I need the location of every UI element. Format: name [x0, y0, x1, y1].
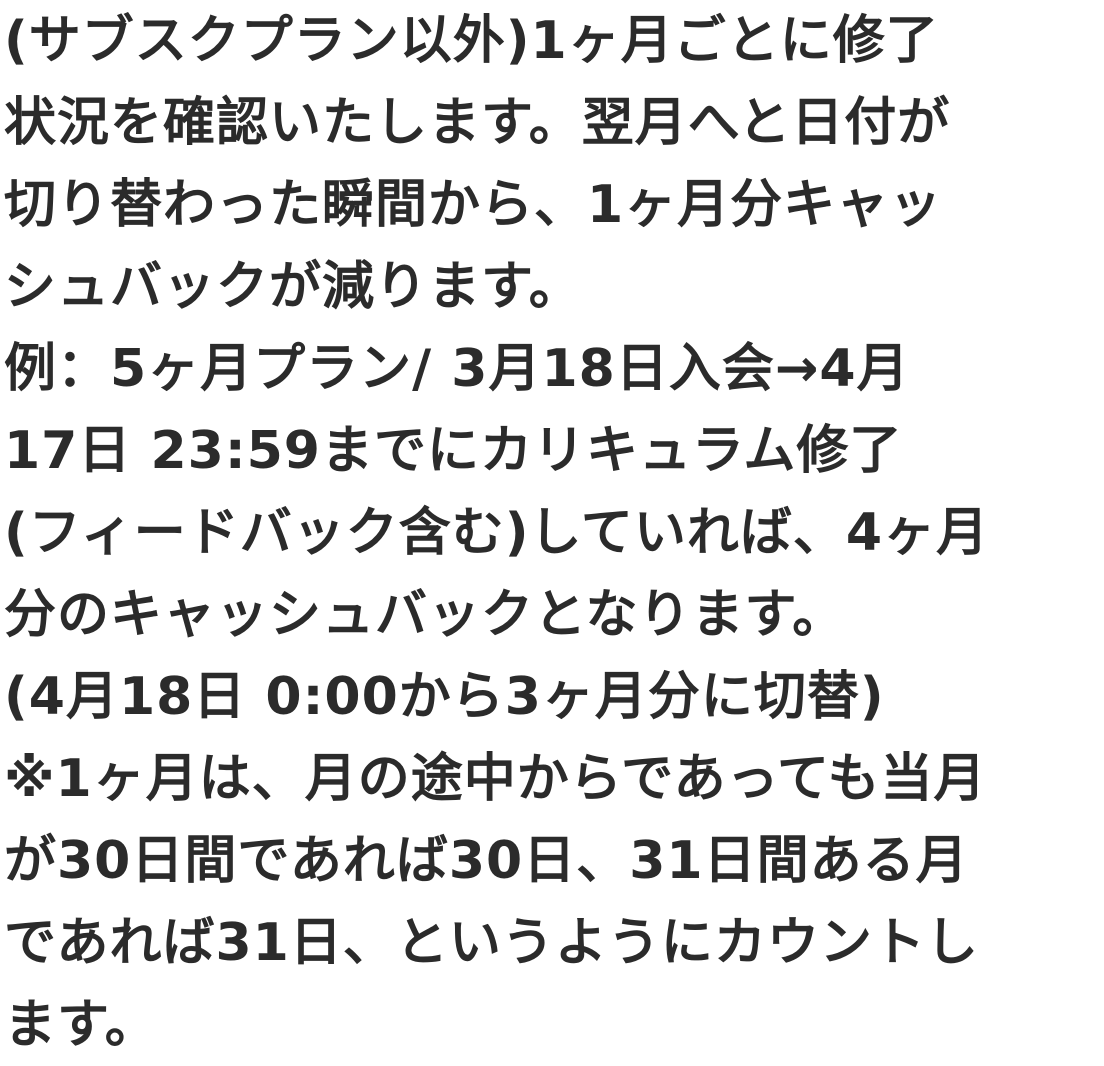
text-line: が30日間であれば30日、31日間ある月 [4, 831, 969, 891]
text-line: 状況を確認いたします。翌月へと日付が [4, 93, 951, 153]
text-line: (フィードバック含む)していれば、4ヶ月 [4, 503, 990, 563]
text-line: であれば31日、というようにカウントし [4, 913, 979, 973]
text-line: 分のキャッシュバックとなります。 [4, 585, 846, 645]
text-line: ※1ヶ月は、月の途中からであっても当月 [4, 749, 987, 809]
text-line: 17日 23:59までにカリキュラム修了 [4, 421, 903, 481]
cashback-notice-text: (サブスクプラン以外)1ヶ月ごとに修了 状況を確認いたします。翌月へと日付が 切… [4, 0, 1102, 1066]
text-line: (サブスクプラン以外)1ヶ月ごとに修了 [4, 11, 939, 71]
text-line: シュバックが減ります。 [4, 257, 582, 317]
text-line: 切り替わった瞬間から、1ヶ月分キャッ [4, 175, 943, 235]
text-line: ます。 [4, 995, 158, 1055]
text-line: 例：5ヶ月プラン/ 3月18日入会→4月 [4, 339, 910, 399]
text-line: (4月18日 0:00から3ヶ月分に切替) [4, 667, 885, 727]
